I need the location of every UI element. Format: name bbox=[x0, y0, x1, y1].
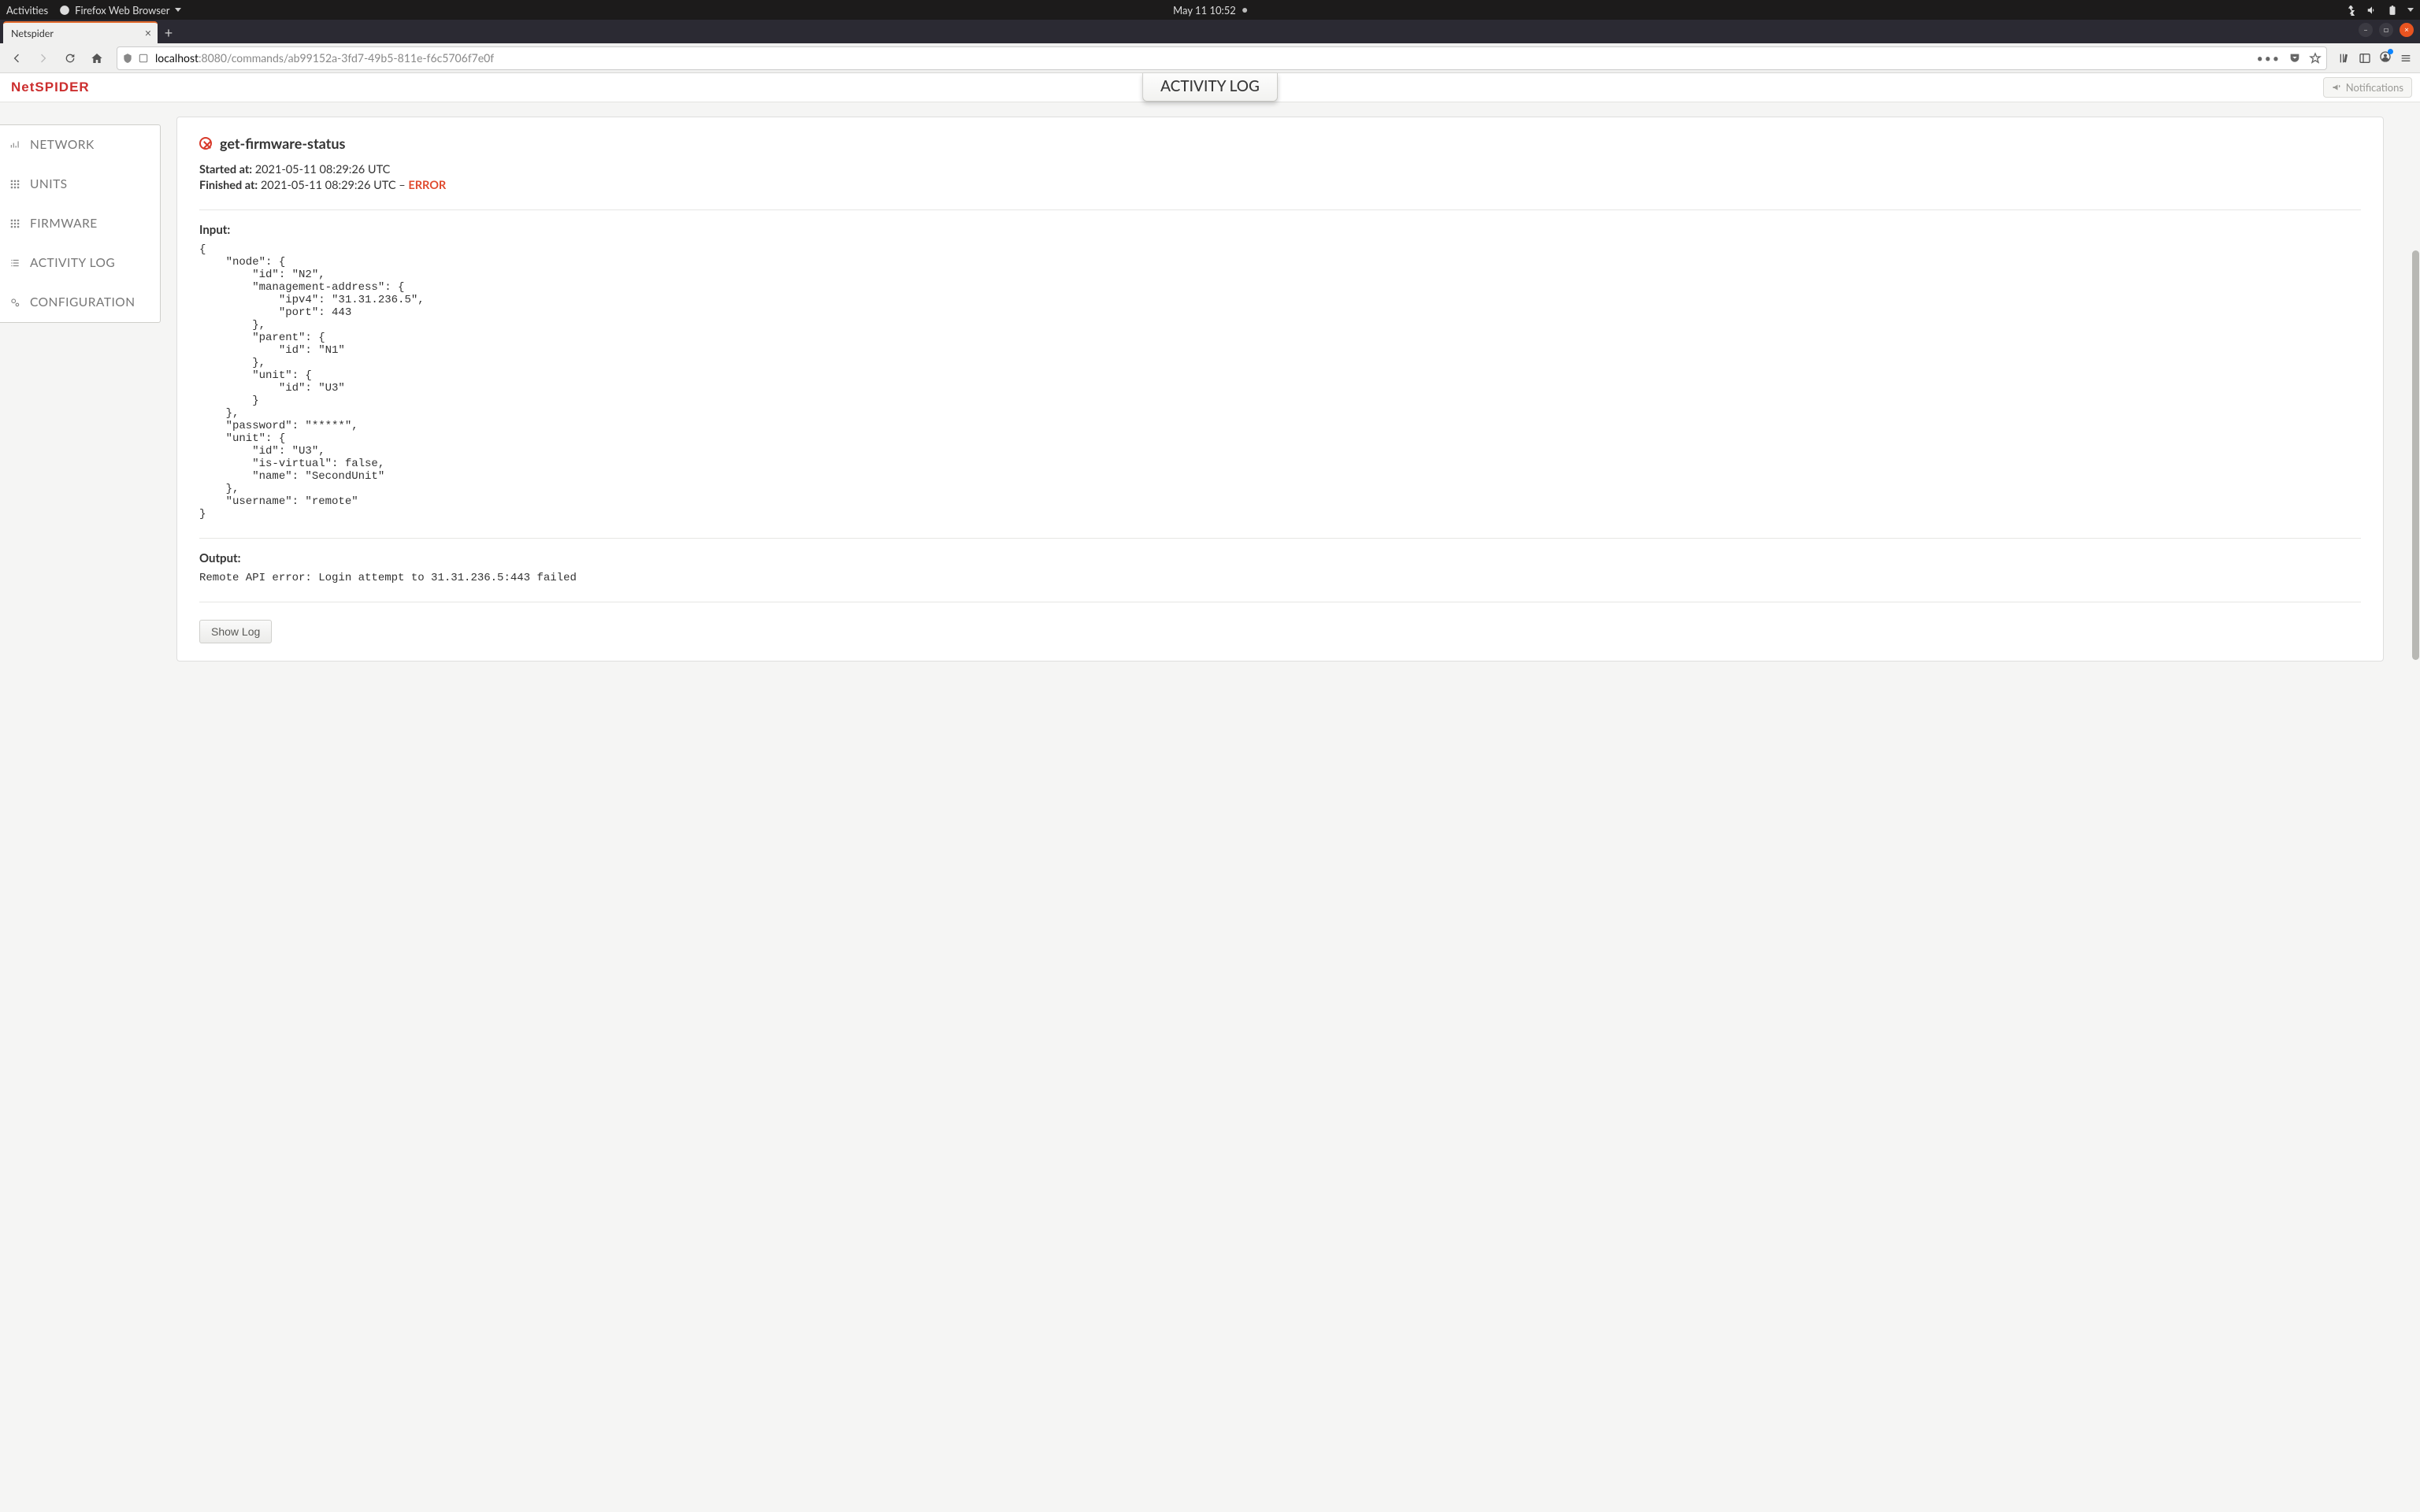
app-menu[interactable]: Firefox Web Browser bbox=[59, 4, 180, 17]
app-menu-label: Firefox Web Browser bbox=[75, 4, 169, 17]
grid-icon bbox=[9, 218, 20, 229]
sidebar-item-label: UNITS bbox=[30, 177, 68, 191]
finished-at-row: Finished at: 2021-05-11 08:29:26 UTC – E… bbox=[199, 179, 2361, 192]
url-bar[interactable]: localhost:8080/commands/ab99152a-3fd7-49… bbox=[117, 46, 2327, 70]
arrow-right-icon bbox=[37, 52, 50, 65]
window-minimize-button[interactable]: – bbox=[2359, 23, 2373, 37]
divider bbox=[199, 538, 2361, 539]
network-graph-icon bbox=[9, 139, 20, 150]
sidebar-item-network[interactable]: NETWORK bbox=[0, 125, 160, 165]
system-menu-chevron-icon[interactable] bbox=[2407, 8, 2414, 12]
input-body: { "node": { "id": "N2", "management-addr… bbox=[199, 243, 2361, 521]
sidebar-item-label: NETWORK bbox=[30, 138, 95, 152]
page-info-icon bbox=[138, 53, 149, 64]
battery-icon[interactable] bbox=[2387, 5, 2398, 16]
sidebar: NETWORK UNITS FIRMWARE ACTIVITY LOG CONF… bbox=[0, 124, 161, 323]
browser-tabstrip: Netspider × + – □ × bbox=[0, 20, 2420, 43]
tab-title: Netspider bbox=[11, 28, 54, 39]
network-icon[interactable] bbox=[2346, 5, 2357, 16]
account-badge-icon bbox=[2388, 49, 2393, 54]
notification-dot-icon bbox=[1242, 8, 1247, 13]
url-path: :8080/commands/ab99152a-3fd7-49b5-811e-f… bbox=[199, 51, 494, 65]
reload-button[interactable] bbox=[58, 46, 82, 70]
grid-icon bbox=[9, 179, 20, 190]
firefox-icon bbox=[59, 5, 70, 16]
chevron-down-icon bbox=[175, 8, 181, 12]
forward-button[interactable] bbox=[32, 46, 55, 70]
page-title-tab: ACTIVITY LOG bbox=[1142, 73, 1278, 102]
shield-icon bbox=[122, 53, 133, 64]
os-top-bar: Activities Firefox Web Browser May 11 10… bbox=[0, 0, 2420, 20]
status-badge: ERROR bbox=[408, 179, 446, 192]
volume-icon[interactable] bbox=[2366, 5, 2377, 16]
notifications-button[interactable]: Notifications bbox=[2323, 77, 2412, 98]
pocket-icon[interactable] bbox=[2288, 52, 2301, 65]
output-body: Remote API error: Login attempt to 31.31… bbox=[199, 572, 2361, 584]
window-close-button[interactable]: × bbox=[2400, 23, 2414, 37]
command-card: get-firmware-status Started at: 2021-05-… bbox=[176, 117, 2384, 662]
home-button[interactable] bbox=[85, 46, 109, 70]
sidebar-item-activity-log[interactable]: ACTIVITY LOG bbox=[0, 243, 160, 283]
activities-button[interactable]: Activities bbox=[6, 4, 48, 17]
megaphone-icon bbox=[2332, 83, 2341, 92]
tab-close-icon[interactable]: × bbox=[145, 28, 151, 39]
error-circle-icon bbox=[199, 137, 212, 150]
reload-icon bbox=[64, 52, 76, 65]
back-button[interactable] bbox=[5, 46, 28, 70]
home-icon bbox=[91, 52, 103, 65]
arrow-left-icon bbox=[10, 52, 23, 65]
sidebar-item-firmware[interactable]: FIRMWARE bbox=[0, 204, 160, 243]
hamburger-menu-icon[interactable] bbox=[2400, 52, 2412, 65]
new-tab-button[interactable]: + bbox=[158, 21, 180, 43]
app-header: NetSPIDER ACTIVITY LOG Notifications bbox=[0, 73, 2420, 102]
url-host: localhost bbox=[155, 51, 199, 65]
gears-icon bbox=[9, 297, 20, 308]
divider bbox=[199, 209, 2361, 210]
window-maximize-button[interactable]: □ bbox=[2379, 23, 2393, 37]
page-actions-icon[interactable]: ••• bbox=[2257, 51, 2281, 65]
list-icon bbox=[9, 258, 20, 269]
browser-navbar: localhost:8080/commands/ab99152a-3fd7-49… bbox=[0, 43, 2420, 73]
app-root: NetSPIDER ACTIVITY LOG Notifications NET… bbox=[0, 73, 2420, 1512]
sidebar-item-label: CONFIGURATION bbox=[30, 295, 135, 309]
output-label: Output: bbox=[199, 551, 2361, 565]
command-name: get-firmware-status bbox=[220, 135, 345, 152]
sidebar-item-configuration[interactable]: CONFIGURATION bbox=[0, 283, 160, 322]
sidebar-item-label: FIRMWARE bbox=[30, 217, 98, 231]
sidebar-item-label: ACTIVITY LOG bbox=[30, 256, 115, 270]
input-label: Input: bbox=[199, 223, 2361, 237]
scrollbar-thumb[interactable] bbox=[2412, 250, 2419, 660]
sidebar-icon[interactable] bbox=[2359, 52, 2371, 65]
show-log-button[interactable]: Show Log bbox=[199, 620, 272, 643]
app-logo[interactable]: NetSPIDER bbox=[11, 80, 90, 95]
bookmark-star-icon[interactable] bbox=[2309, 52, 2322, 65]
clock[interactable]: May 11 10:52 bbox=[1173, 4, 1247, 17]
account-icon[interactable] bbox=[2379, 50, 2392, 66]
browser-tab[interactable]: Netspider × bbox=[3, 21, 158, 43]
main-content: get-firmware-status Started at: 2021-05-… bbox=[161, 102, 2420, 1512]
sidebar-item-units[interactable]: UNITS bbox=[0, 165, 160, 204]
library-icon[interactable] bbox=[2338, 52, 2351, 65]
started-at-row: Started at: 2021-05-11 08:29:26 UTC bbox=[199, 163, 2361, 176]
